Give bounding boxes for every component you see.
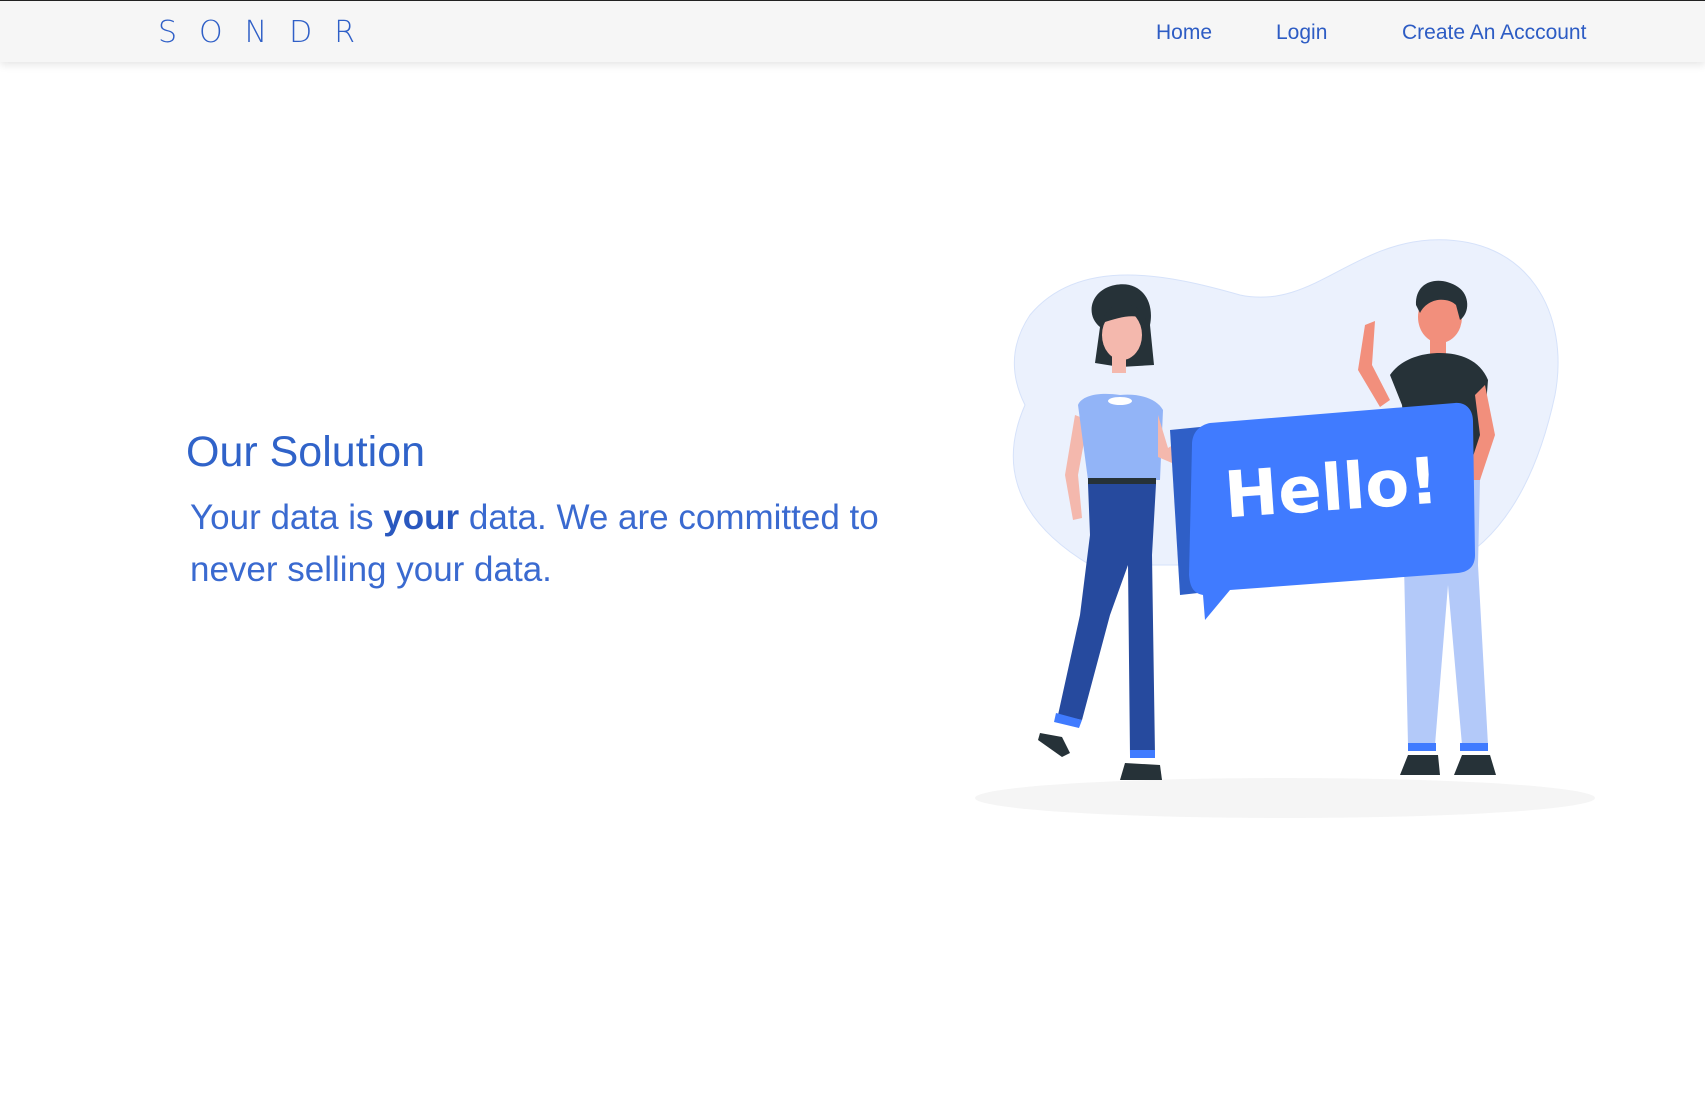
- ground-shadow: [975, 778, 1595, 818]
- nav-create-account-link[interactable]: Create An Acccount: [1402, 21, 1586, 45]
- nav-home-link[interactable]: Home: [1156, 21, 1212, 45]
- solution-description: Your data is your data. We are committed…: [190, 492, 910, 596]
- hello-illustration: Hello!: [975, 239, 1595, 818]
- top-navbar: SONDR Home Login Create An Acccount: [0, 0, 1705, 62]
- solution-text-emphasis: your: [383, 498, 460, 537]
- brand-logo[interactable]: SONDR: [158, 15, 377, 50]
- solution-heading: Our Solution: [186, 428, 426, 476]
- nav-login-link[interactable]: Login: [1276, 21, 1327, 45]
- speech-bubble-text: Hello!: [1222, 445, 1441, 534]
- solution-text-part1: Your data is: [190, 498, 384, 537]
